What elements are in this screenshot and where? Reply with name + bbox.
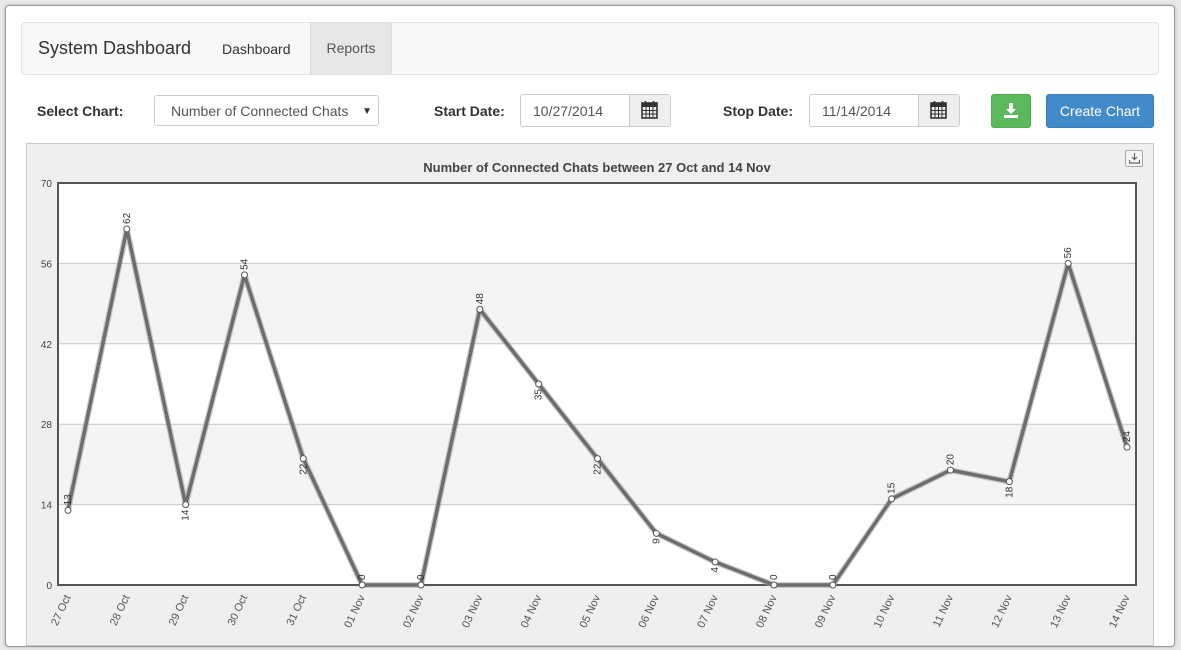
data-label: 48 bbox=[475, 293, 486, 305]
data-point bbox=[1123, 443, 1131, 451]
data-label: 56 bbox=[1063, 247, 1074, 259]
x-tick-label: 03 Nov bbox=[460, 593, 486, 630]
data-label: 62 bbox=[122, 212, 133, 224]
y-tick-label: 56 bbox=[41, 259, 53, 270]
data-point bbox=[947, 466, 954, 474]
data-point bbox=[535, 380, 543, 388]
data-point bbox=[711, 558, 719, 566]
x-tick-label: 14 Nov bbox=[1107, 593, 1133, 630]
x-tick-label: 30 Oct bbox=[226, 593, 251, 627]
y-tick-label: 42 bbox=[41, 340, 53, 351]
x-tick-label: 13 Nov bbox=[1048, 593, 1074, 630]
data-point bbox=[652, 529, 660, 537]
data-point bbox=[299, 455, 307, 463]
x-tick-label: 27 Oct bbox=[49, 593, 74, 627]
data-label: 14 bbox=[181, 509, 192, 521]
x-tick-label: 09 Nov bbox=[813, 593, 839, 630]
x-tick-label: 01 Nov bbox=[342, 593, 368, 630]
data-point bbox=[1064, 259, 1072, 267]
line-chart: 0 14 28 42 56 70 Number of Connected Chats bet… bbox=[41, 160, 1137, 630]
data-point bbox=[64, 506, 72, 514]
x-tick-label: 29 Oct bbox=[167, 593, 192, 627]
x-tick-label: 11 Nov bbox=[931, 593, 956, 629]
x-tick-label: 08 Nov bbox=[754, 593, 780, 630]
data-label: 0 bbox=[416, 574, 427, 580]
data-point bbox=[358, 581, 366, 589]
plot-band bbox=[58, 263, 1136, 344]
x-tick-label: 31 Oct bbox=[284, 593, 309, 627]
data-point bbox=[182, 501, 190, 509]
data-label: 0 bbox=[357, 574, 368, 580]
data-label: 24 bbox=[1122, 431, 1133, 443]
export-icon bbox=[1129, 153, 1140, 164]
x-tick-label: 12 Nov bbox=[989, 593, 1015, 630]
data-point bbox=[888, 495, 896, 503]
y-tick-label: 28 bbox=[41, 420, 53, 431]
y-tick-label: 0 bbox=[46, 581, 52, 592]
x-tick-label: 10 Nov bbox=[872, 593, 898, 630]
data-point bbox=[829, 581, 837, 589]
data-point bbox=[476, 305, 484, 313]
data-label: 0 bbox=[828, 574, 839, 580]
app-window: System Dashboard Dashboard Reports Selec… bbox=[5, 5, 1175, 647]
data-point bbox=[770, 581, 778, 589]
x-tick-label: 28 Oct bbox=[108, 593, 133, 627]
data-label: 18 bbox=[1004, 486, 1015, 498]
data-point bbox=[123, 225, 131, 233]
chart-export-button[interactable] bbox=[1125, 150, 1143, 167]
data-label: 20 bbox=[946, 454, 957, 466]
plot-area bbox=[58, 183, 1136, 585]
data-label: 35 bbox=[534, 389, 545, 401]
data-label: 22 bbox=[593, 463, 604, 475]
data-label: 13 bbox=[63, 494, 74, 506]
data-label: 15 bbox=[887, 482, 898, 494]
data-label: 4 bbox=[710, 567, 721, 573]
data-label: 9 bbox=[651, 538, 662, 544]
x-tick-label: 04 Nov bbox=[519, 593, 545, 630]
x-tick-label: 07 Nov bbox=[695, 593, 721, 630]
data-label: 0 bbox=[769, 574, 780, 580]
data-label: 54 bbox=[240, 258, 251, 270]
data-label: 22 bbox=[298, 463, 309, 475]
x-tick-label: 06 Nov bbox=[636, 593, 662, 630]
data-point bbox=[1005, 478, 1013, 486]
y-tick-label: 14 bbox=[41, 501, 53, 512]
data-point bbox=[417, 581, 425, 589]
data-point bbox=[241, 271, 248, 279]
y-tick-label: 70 bbox=[41, 179, 53, 190]
x-tick-label: 05 Nov bbox=[578, 593, 604, 630]
x-tick-label: 02 Nov bbox=[401, 593, 427, 630]
chart-title: Number of Connected Chats between 27 Oct… bbox=[423, 160, 771, 175]
data-point bbox=[594, 455, 601, 463]
